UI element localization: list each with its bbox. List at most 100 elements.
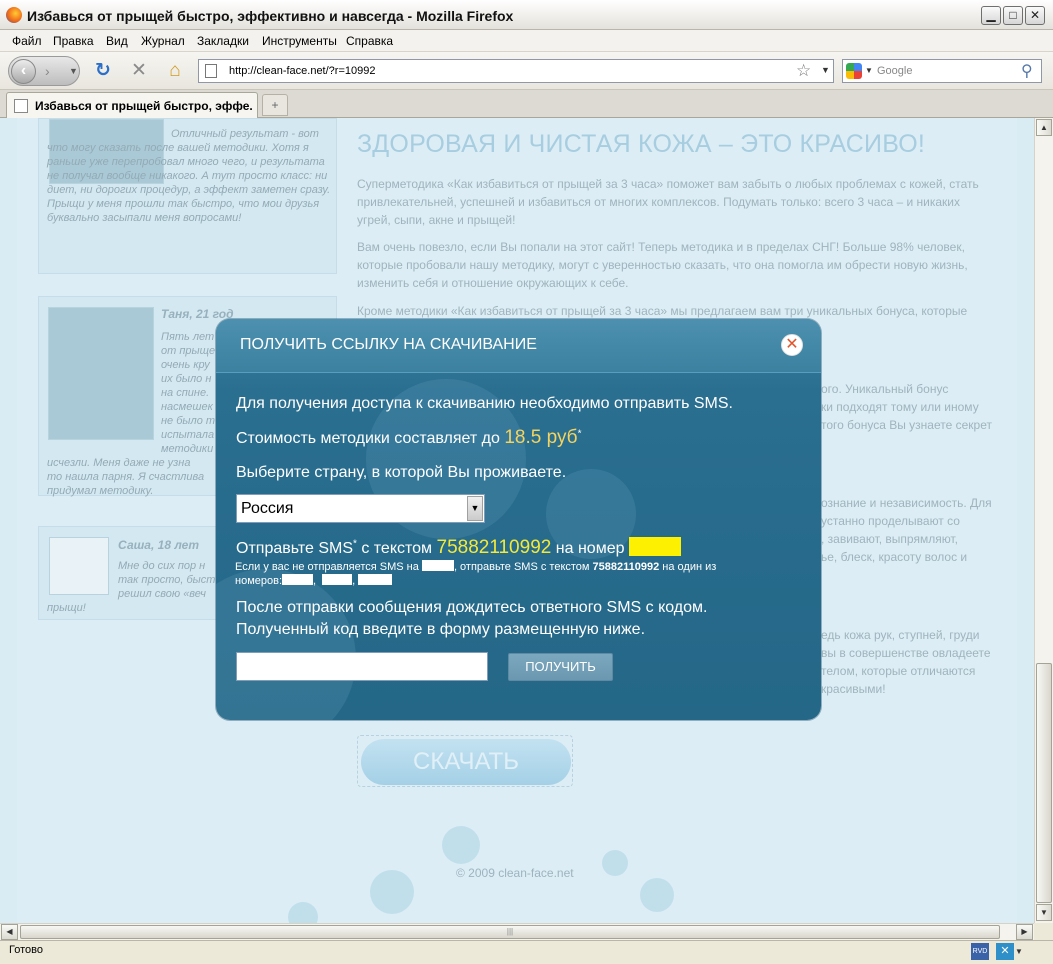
scroll-up-icon[interactable]: ▲ (1036, 119, 1052, 136)
reload-icon[interactable]: ↻ (92, 60, 114, 82)
window-title: Избавься от прыщей быстро, эффективно и … (27, 8, 514, 24)
page-icon (205, 64, 217, 78)
country-select[interactable]: Россия ▼ (236, 494, 485, 523)
get-link-button[interactable]: ПОЛУЧИТЬ (508, 653, 613, 681)
menu-tools[interactable]: Инструменты (262, 34, 337, 48)
flower-decoration (442, 826, 480, 864)
paragraph-fragment: того бонуса Вы узнаете секрет (821, 418, 992, 432)
send-label-suffix: на номер (551, 540, 629, 557)
minimize-button[interactable]: ▁ (981, 6, 1001, 25)
menu-bookmarks[interactable]: Закладки (197, 34, 249, 48)
navigation-toolbar: ‹ › ▼ ↻ ✕ ⌂ http://clean-face.net/?r=109… (0, 52, 1053, 90)
sms-download-modal: ПОЛУЧИТЬ ССЫЛКУ НА СКАЧИВАНИЕ ✕ Для полу… (216, 319, 821, 720)
code-input[interactable] (236, 652, 488, 681)
modal-title: ПОЛУЧИТЬ ССЫЛКУ НА СКАЧИВАНИЕ (240, 336, 537, 353)
leaf-decoration (640, 878, 674, 912)
sms-code: 75882110992 (436, 537, 552, 558)
testimonial-name: Саша, 18 лет (118, 538, 199, 552)
menu-file[interactable]: Файл (12, 34, 42, 48)
status-text: Готово (9, 944, 43, 956)
price-line: Стоимость методики составляет до 18.5 ру… (236, 427, 581, 449)
chevron-down-icon[interactable]: ▼ (467, 496, 483, 521)
scroll-left-icon[interactable]: ◀ (1, 924, 18, 940)
addon-dropdown-icon[interactable]: ▼ (1015, 947, 1023, 956)
download-button-label[interactable]: СКАЧАТЬ (361, 739, 571, 785)
url-dropdown-icon[interactable]: ▼ (821, 65, 830, 75)
tab-bar: Избавься от прыщей быстро, эффе... + (0, 90, 1053, 118)
number-box (358, 574, 393, 585)
scroll-right-icon[interactable]: ▶ (1016, 924, 1033, 940)
separator: , (352, 575, 356, 587)
addon-icon[interactable]: ✕ (996, 943, 1014, 960)
url-bar[interactable]: http://clean-face.net/?r=10992 ☆ ▼ (198, 59, 834, 83)
page-headline: ЗДОРОВАЯ И ЧИСТАЯ КОЖА – ЭТО КРАСИВО! (357, 130, 926, 158)
vertical-scrollbar[interactable]: ▲ ▼ (1034, 118, 1053, 923)
stop-icon[interactable]: ✕ (128, 60, 150, 82)
paragraph: Кроме методики «Как избавиться от прыщей… (357, 304, 968, 318)
scroll-thumb[interactable] (1036, 663, 1052, 903)
tab-page-icon (14, 99, 28, 113)
back-forward-group: ‹ › ▼ (8, 56, 80, 86)
testimonial-photo (48, 307, 154, 440)
tab-title[interactable]: Избавься от прыщей быстро, эффе... (35, 99, 253, 113)
phone-number-highlight (628, 537, 681, 556)
modal-header: ПОЛУЧИТЬ ССЫЛКУ НА СКАЧИВАНИЕ ✕ (216, 319, 821, 373)
number-box (421, 560, 454, 571)
menu-history[interactable]: Журнал (141, 34, 185, 48)
bookmark-star-icon[interactable]: ☆ (796, 61, 811, 81)
number-box (322, 574, 353, 585)
search-placeholder[interactable]: Google (877, 65, 912, 77)
asterisk: * (577, 428, 582, 440)
scroll-down-icon[interactable]: ▼ (1036, 904, 1052, 921)
avatar (49, 537, 109, 595)
google-engine-icon[interactable] (846, 63, 862, 79)
home-icon[interactable]: ⌂ (164, 60, 186, 82)
paragraph-fragment: ки подходят тому или иному (821, 400, 979, 414)
close-window-button[interactable]: ✕ (1025, 6, 1045, 25)
forward-arrow-icon[interactable]: › (45, 63, 50, 79)
horizontal-scrollbar[interactable]: ◀ ||| ▶ (0, 923, 1034, 940)
paragraph-fragment: едь кожа рук, ступней, груди (821, 628, 980, 642)
search-icon[interactable]: ⚲ (1021, 61, 1033, 81)
instruction-text: Для получения доступа к скачиванию необх… (236, 395, 733, 412)
menu-help[interactable]: Справка (346, 34, 393, 48)
fallback-note-text: Если у вас не отправляется SMS на (235, 561, 422, 573)
testimonial-card: Отличный результат - вот что могу сказат… (38, 118, 337, 274)
after-instruction: Полученный код введите в форму размещенн… (236, 621, 646, 638)
fallback-note-text: на один из (659, 561, 717, 573)
engine-dropdown-icon[interactable]: ▼ (865, 66, 873, 75)
leaf-decoration (602, 850, 628, 876)
fallback-note-text: , отправьте SMS с текстом (453, 561, 593, 573)
paragraph-fragment: устанно проделывают со (821, 514, 960, 528)
fallback-numbers-label: номеров: (235, 575, 283, 587)
search-bar[interactable]: ▼ Google ⚲ (842, 59, 1042, 83)
history-dropdown-icon[interactable]: ▼ (69, 66, 78, 76)
back-arrow-icon[interactable]: ‹ (11, 59, 36, 84)
paragraph: Суперметодика «Как избавиться от прыщей … (357, 177, 979, 227)
firefox-icon (6, 7, 22, 23)
testimonial-text: Пять лет от прыще очень кру их было н на… (161, 331, 216, 455)
menu-view[interactable]: Вид (106, 34, 128, 48)
menu-bar: Файл Правка Вид Журнал Закладки Инструме… (0, 30, 1053, 52)
paragraph: Вам очень повезло, если Вы попали на это… (357, 240, 968, 290)
maximize-button[interactable]: □ (1003, 6, 1023, 25)
title-bar: Избавься от прыщей быстро, эффективно и … (0, 0, 1053, 30)
menu-edit[interactable]: Правка (53, 34, 94, 48)
number-box (282, 574, 314, 585)
paragraph-fragment: ознание и независимость. Для (821, 496, 992, 510)
scroll-thumb[interactable]: ||| (20, 925, 1000, 939)
tab-active[interactable]: Избавься от прыщей быстро, эффе... (6, 92, 258, 118)
country-select-value[interactable]: Россия (241, 500, 293, 518)
addon-icon[interactable]: RVD (971, 943, 989, 960)
url-text[interactable]: http://clean-face.net/?r=10992 (229, 65, 375, 77)
close-icon[interactable]: ✕ (781, 334, 803, 356)
flower-decoration (370, 870, 414, 914)
fallback-numbers: номеров:,, (235, 574, 393, 588)
price-label: Стоимость методики составляет до (236, 430, 505, 447)
new-tab-button[interactable]: + (262, 94, 288, 116)
status-bar: Готово RVD ✕ ▼ (0, 940, 1053, 964)
fallback-sms-code: 75882110992 (592, 561, 660, 573)
footer-copyright: © 2009 clean-face.net (456, 866, 574, 880)
separator: , (313, 575, 317, 587)
download-button[interactable]: СКАЧАТЬ (357, 735, 573, 787)
